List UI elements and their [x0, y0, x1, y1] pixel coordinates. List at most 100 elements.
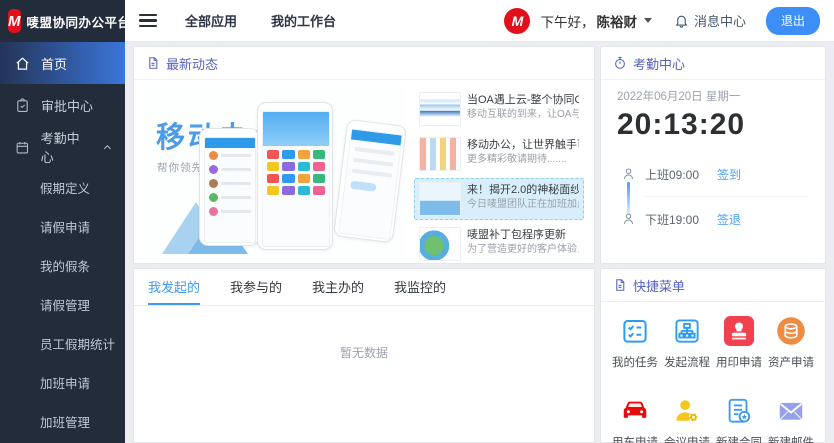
attendance-timeline: 上班09:00 签到 下班19:00 签退	[621, 152, 809, 241]
subitem-label: 假期定义	[40, 178, 90, 197]
quick-item-asset-request[interactable]: 资产申请	[765, 316, 817, 370]
shift-label: 下班19:00	[645, 211, 717, 228]
brand-area: M 唛盟协同办公平台	[0, 0, 125, 42]
car-icon	[620, 396, 650, 426]
quick-item-new-contract[interactable]: 新建合同	[713, 396, 765, 443]
subitem-label: 加班管理	[40, 412, 90, 431]
tab-monitored-by-me[interactable]: 我监控的	[394, 269, 446, 305]
document-icon	[613, 278, 627, 292]
quick-item-seal-request[interactable]: 用印申请	[713, 316, 765, 370]
sidebar-item-label: 审批中心	[41, 96, 93, 115]
news-desc: 移动互联的到来，让OA与云	[467, 108, 579, 122]
promo-banner[interactable]: 移动办公 帮你领先同行 把工作带出办公室	[144, 88, 406, 256]
news-list: 当OA遇上云-整个协同OA 移动互联的到来，让OA与云 移动办公，让世界触手可 …	[414, 88, 584, 256]
flow-icon	[672, 316, 702, 346]
news-desc: 更多精彩敬请期待.......	[467, 153, 579, 167]
app-grid	[263, 146, 329, 199]
menu-toggle-icon[interactable]	[139, 14, 157, 28]
sidebar-subitem-overtime-request[interactable]: 加班申请	[0, 363, 125, 402]
sidebar-subitem-employee-holiday-stats[interactable]: 员工假期统计	[0, 324, 125, 363]
quick-item-vehicle-request[interactable]: 用车申请	[609, 396, 661, 443]
phone-header-bar	[263, 112, 329, 146]
panel-title: 快捷菜单	[633, 276, 685, 295]
news-thumbnail	[419, 92, 461, 126]
document-icon	[146, 56, 160, 70]
sidebar-subitem-holiday-definition[interactable]: 假期定义	[0, 168, 125, 207]
brand-logo-icon: M	[8, 9, 21, 33]
news-item-selected[interactable]: 来！揭开2.0的神秘面纱- 今日唛盟团队正在加班加点,	[414, 178, 584, 220]
tab-participated-by-me[interactable]: 我参与的	[230, 269, 282, 305]
sidebar-subitem-overtime-management[interactable]: 加班管理	[0, 402, 125, 441]
phone-button	[350, 181, 377, 192]
subitem-label: 请假管理	[40, 295, 90, 314]
quick-item-label: 发起流程	[664, 354, 710, 370]
nav-my-workbench[interactable]: 我的工作台	[271, 11, 336, 30]
sidebar-item-label: 首页	[41, 54, 67, 73]
news-desc: 为了营造更好的客户体验，唛	[467, 243, 579, 257]
sidebar-item-label: 考勤中心	[41, 128, 92, 166]
stamp-icon	[724, 316, 754, 346]
greeting-text: 下午好，	[540, 11, 594, 31]
sidebar-item-approval-center[interactable]: 审批中心	[0, 84, 125, 126]
mail-icon	[776, 396, 806, 426]
message-center-label: 消息中心	[694, 11, 746, 30]
news-title: 移动办公，让世界触手可	[467, 137, 579, 153]
sidebar-subitem-leave-request[interactable]: 请假申请	[0, 207, 125, 246]
news-item[interactable]: 唛盟补丁包程序更新 为了营造更好的客户体验，唛	[414, 223, 584, 265]
news-thumbnail	[419, 227, 461, 261]
asset-icon	[776, 316, 806, 346]
quick-item-label: 用车申请	[612, 434, 658, 443]
phone-header-bar	[351, 129, 402, 145]
latest-news-panel: 最新动态 移动办公 帮你领先同行 把工作带出办公室	[133, 46, 595, 264]
subitem-label: 请假申请	[40, 217, 90, 236]
quick-menu-grid: 我的任务 发起流程 用印申请 资产申请 用车申请	[601, 302, 825, 443]
attendance-body: 2022年06月20日 星期一 20:13:20 上班09:00 签到 下班19…	[601, 80, 825, 249]
panel-header: 最新动态	[134, 47, 594, 80]
sidebar-item-home[interactable]: 首页	[0, 42, 125, 84]
attendance-date: 2022年06月20日 星期一	[617, 88, 809, 104]
quick-item-start-flow[interactable]: 发起流程	[661, 316, 713, 370]
phone-mockup-right	[333, 119, 406, 243]
check-out-link[interactable]: 签退	[717, 211, 741, 228]
news-thumbnail	[419, 182, 461, 216]
quick-item-meeting-request[interactable]: 会议申请	[661, 396, 713, 443]
tasks-panel: 我发起的 我参与的 我主办的 我监控的 暂无数据	[133, 268, 595, 443]
news-item[interactable]: 移动办公，让世界触手可 更多精彩敬请期待.......	[414, 133, 584, 175]
user-menu[interactable]: 下午好， 陈裕财	[540, 11, 652, 31]
quick-item-label: 我的任务	[612, 354, 658, 370]
subitem-label: 员工假期统计	[40, 334, 115, 353]
news-item[interactable]: 当OA遇上云-整个协同OA 移动互联的到来，让OA与云	[414, 88, 584, 130]
bell-icon	[674, 13, 689, 28]
attendance-row: 上班09:00 签到	[645, 152, 809, 197]
quick-item-new-mail[interactable]: 新建邮件	[765, 396, 817, 443]
attendance-clock: 20:13:20	[617, 108, 809, 142]
sidebar-item-attendance-center[interactable]: 考勤中心	[0, 126, 125, 168]
logout-button[interactable]: 退出	[766, 7, 820, 35]
quick-item-label: 新建合同	[716, 434, 762, 443]
check-in-link[interactable]: 签到	[717, 166, 741, 183]
tab-hosted-by-me[interactable]: 我主办的	[312, 269, 364, 305]
quick-item-label: 资产申请	[768, 354, 814, 370]
empty-state-text: 暂无数据	[134, 344, 594, 361]
phone-mockup-left	[199, 128, 259, 246]
panel-header: 考勤中心	[601, 47, 825, 80]
task-list-icon	[620, 316, 650, 346]
clipboard-icon	[15, 98, 30, 113]
top-navigation: 全部应用 我的工作台	[185, 11, 336, 30]
home-icon	[15, 56, 30, 71]
news-body: 移动办公 帮你领先同行 把工作带出办公室	[134, 80, 594, 264]
news-thumbnail	[419, 137, 461, 171]
message-center-link[interactable]: 消息中心	[674, 11, 746, 30]
person-icon	[621, 211, 636, 227]
calendar-icon	[15, 140, 30, 155]
tab-initiated-by-me[interactable]: 我发起的	[148, 269, 200, 305]
nav-all-apps[interactable]: 全部应用	[185, 11, 237, 30]
user-avatar[interactable]: M	[504, 8, 530, 34]
sidebar-subitem-leave-management[interactable]: 请假管理	[0, 285, 125, 324]
quick-item-label: 用印申请	[716, 354, 762, 370]
sidebar-subitem-my-leave-slips[interactable]: 我的假条	[0, 246, 125, 285]
news-title: 来！揭开2.0的神秘面纱-	[467, 182, 579, 198]
quick-menu-panel: 快捷菜单 我的任务 发起流程 用印申请 资产申请	[600, 268, 826, 443]
quick-item-my-tasks[interactable]: 我的任务	[609, 316, 661, 370]
quick-item-label: 新建邮件	[768, 434, 814, 443]
